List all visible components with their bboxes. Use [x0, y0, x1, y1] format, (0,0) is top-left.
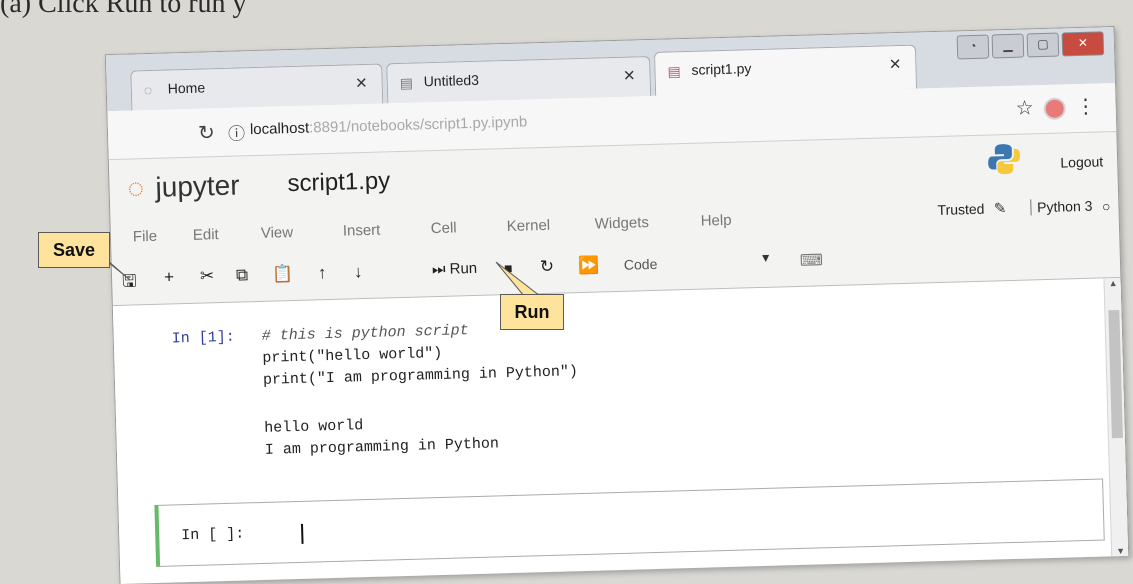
save-callout: Save — [38, 232, 110, 268]
run-callout-pointer — [495, 261, 542, 297]
run-callout: Run — [500, 294, 564, 330]
callout-pointers — [99, 253, 542, 297]
